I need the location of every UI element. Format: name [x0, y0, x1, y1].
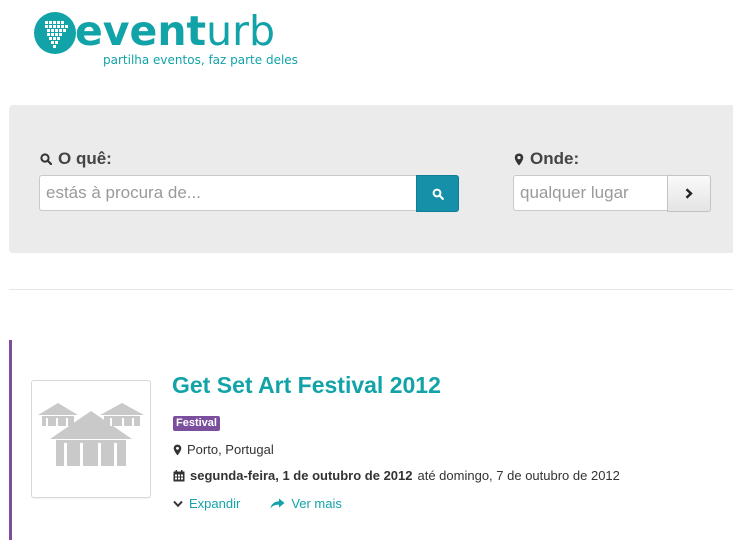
section-divider: [9, 289, 733, 290]
search-icon: [40, 153, 52, 165]
event-title-link[interactable]: Get Set Art Festival 2012: [172, 372, 441, 399]
site-logo[interactable]: eventurb partilha eventos, faz parte del…: [33, 6, 303, 70]
what-label-text: O quê:: [58, 149, 112, 168]
expand-button[interactable]: Expandir: [173, 496, 240, 511]
map-marker-icon: [173, 444, 182, 455]
event-card: Get Set Art Festival 2012 Festival Porto…: [9, 340, 733, 540]
chevron-right-icon: [685, 188, 693, 199]
where-label-text: Onde:: [530, 149, 580, 168]
calendar-icon: [173, 469, 185, 481]
where-location-input[interactable]: [513, 175, 668, 211]
logo-wordmark-bold: event: [75, 7, 207, 55]
category-badge[interactable]: Festival: [173, 416, 220, 431]
event-date-end: até domingo, 7 de outubro de 2012: [417, 468, 620, 483]
share-arrow-icon: [270, 498, 285, 509]
event-dates: segunda-feira, 1 de outubro de 2012 até …: [173, 468, 620, 483]
search-panel: O quê: Onde:: [9, 105, 733, 253]
category-color-bar: [9, 340, 12, 540]
logo-wordmark: eventurb: [75, 6, 275, 56]
logo-icon: [34, 12, 76, 54]
search-icon: [432, 188, 444, 200]
tent-placeholder-icon: [38, 403, 144, 466]
event-date-start: segunda-feira, 1 de outubro de 2012: [190, 468, 413, 483]
event-location: Porto, Portugal: [173, 442, 274, 457]
tagline: partilha eventos, faz parte deles: [103, 53, 298, 67]
chevron-down-icon: [173, 500, 183, 507]
see-more-label: Ver mais: [291, 496, 342, 511]
event-location-text: Porto, Portugal: [187, 442, 274, 457]
expand-label: Expandir: [189, 496, 241, 511]
where-label: Onde:: [514, 149, 579, 169]
logo-wordmark-light: urb: [206, 7, 276, 55]
map-marker-icon: [514, 153, 524, 165]
see-more-link[interactable]: Ver mais: [270, 496, 342, 511]
search-button[interactable]: [416, 175, 459, 212]
what-label: O quê:: [40, 149, 112, 169]
what-search-input[interactable]: [39, 175, 417, 211]
event-actions: Expandir Ver mais: [173, 496, 342, 511]
location-go-button[interactable]: [667, 175, 711, 212]
event-thumbnail[interactable]: [31, 380, 151, 498]
